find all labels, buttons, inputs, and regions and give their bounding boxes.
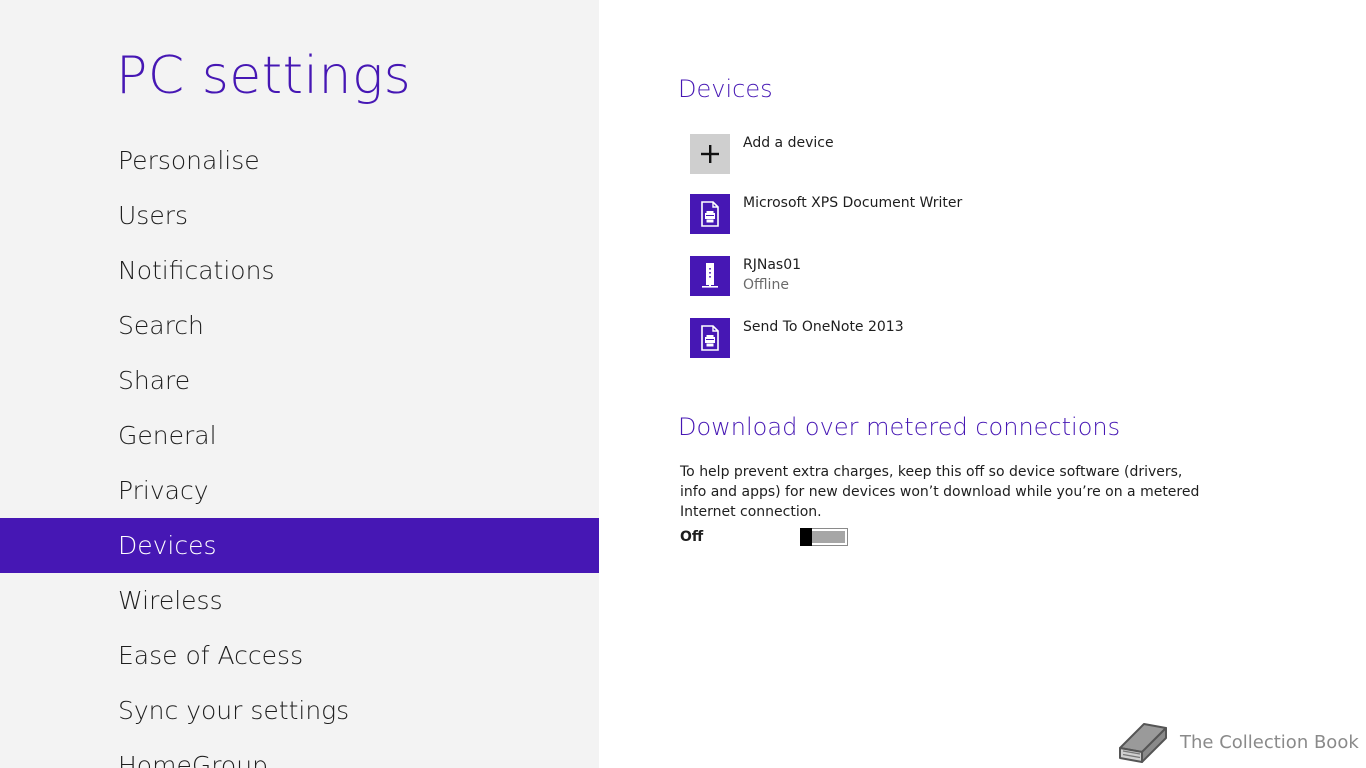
device-item-xps-writer[interactable]: Microsoft XPS Document Writer [690,194,1290,236]
metered-heading: Download over metered connections [678,413,1121,441]
device-name: Microsoft XPS Document Writer [743,195,963,211]
add-device-button[interactable]: Add a device [690,134,1290,176]
device-name: Send To OneNote 2013 [743,319,904,335]
page-title: PC settings [116,46,412,106]
pc-settings-window: PC settings Personalise Users Notificati… [0,0,1366,768]
nav-item-personalise[interactable]: Personalise [0,133,599,188]
settings-nav-pane: PC settings Personalise Users Notificati… [0,0,599,768]
devices-heading: Devices [678,75,773,103]
nav-item-devices[interactable]: Devices [0,518,599,573]
settings-nav-list: Personalise Users Notifications Search S… [0,133,599,768]
nav-item-wireless[interactable]: Wireless [0,573,599,628]
nav-item-general[interactable]: General [0,408,599,463]
watermark: The Collection Book [1114,718,1364,768]
nav-item-sync-your-settings[interactable]: Sync your settings [0,683,599,738]
nav-item-share[interactable]: Share [0,353,599,408]
device-status: Offline [743,277,789,293]
nas-icon [690,256,730,296]
printer-icon [690,318,730,358]
devices-content-pane: Devices Add a device Microsoft XPS Docum… [599,0,1366,768]
nav-item-search[interactable]: Search [0,298,599,353]
nav-item-notifications[interactable]: Notifications [0,243,599,298]
device-name: RJNas01 [743,257,802,273]
metered-toggle-state-label: Off [680,529,704,545]
printer-icon [690,194,730,234]
device-item-rjnas01[interactable]: RJNas01 Offline [690,256,1290,298]
nav-item-privacy[interactable]: Privacy [0,463,599,518]
nav-item-homegroup[interactable]: HomeGroup [0,738,599,768]
device-item-send-to-onenote[interactable]: Send To OneNote 2013 [690,318,1290,360]
metered-description: To help prevent extra charges, keep this… [680,464,1200,520]
metered-download-toggle[interactable] [800,528,848,546]
plus-icon [690,134,730,174]
toggle-thumb [800,528,812,546]
watermark-text: The Collection Book [1180,732,1359,753]
nav-item-ease-of-access[interactable]: Ease of Access [0,628,599,683]
nav-item-users[interactable]: Users [0,188,599,243]
book-icon [1119,723,1167,763]
add-device-label: Add a device [743,135,834,151]
